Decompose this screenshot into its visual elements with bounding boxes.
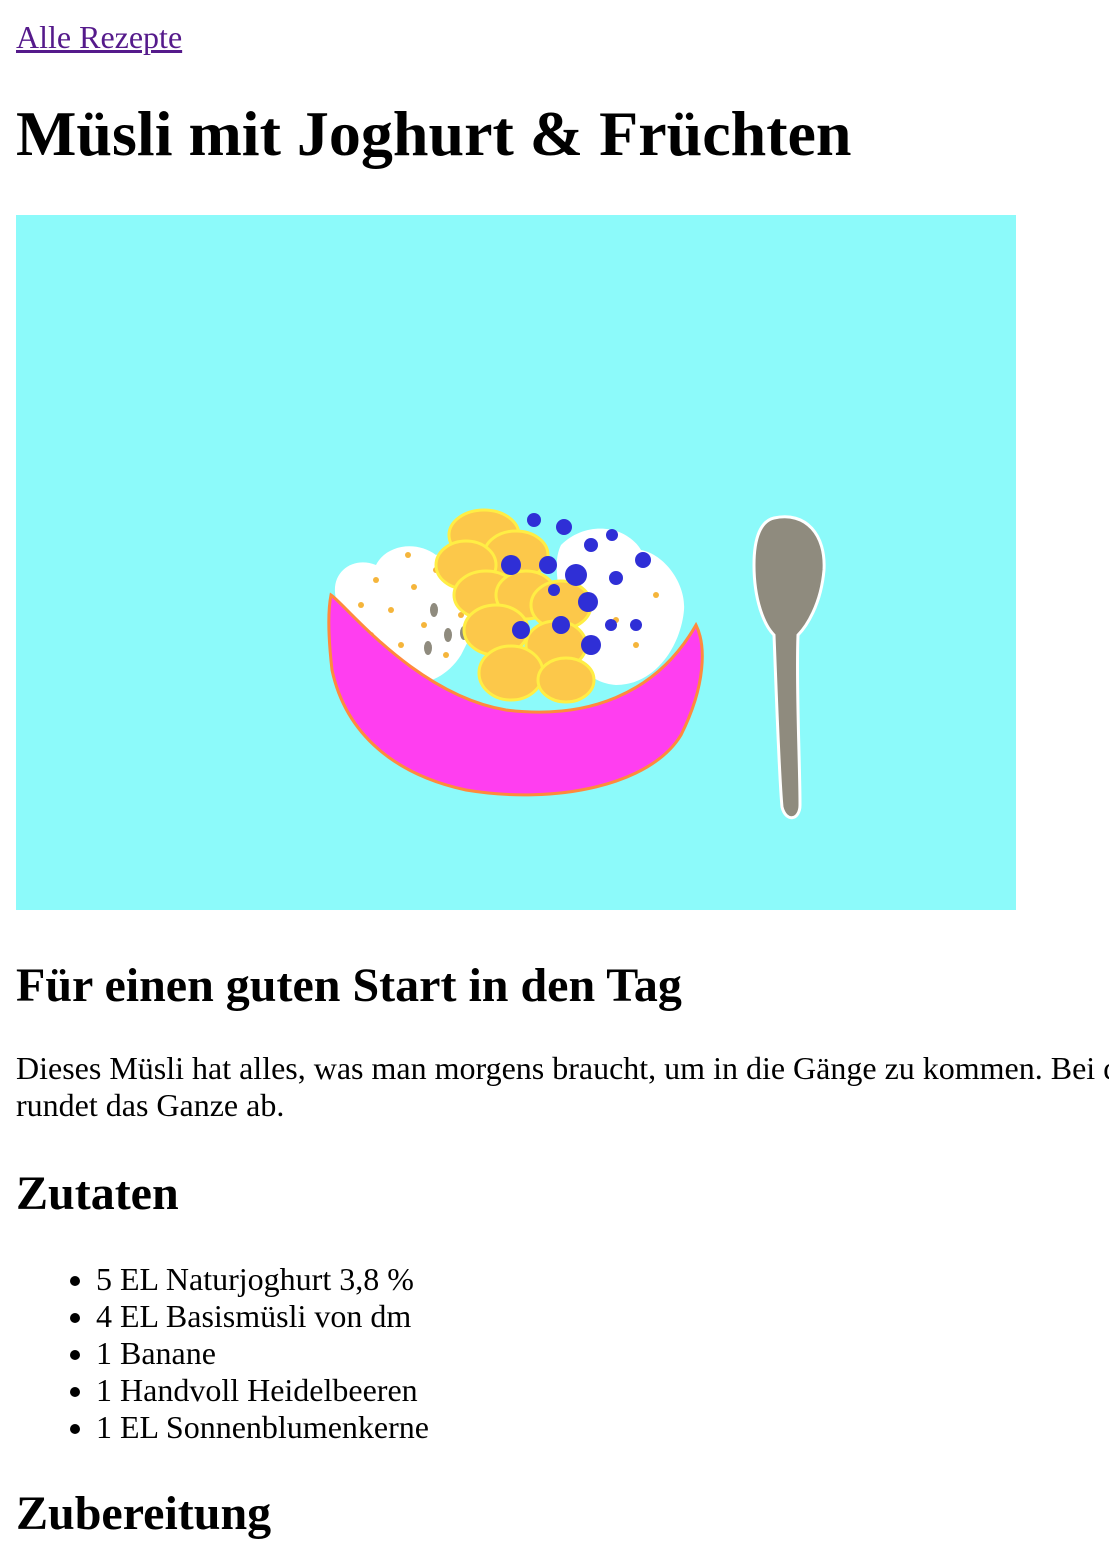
ingredients-heading: Zutaten [16,1167,179,1220]
ingredients-list: 5 EL Naturjoghurt 3,8 % 4 EL Basismüsli … [16,1261,429,1446]
ingredient-item: 4 EL Basismüsli von dm [96,1298,429,1335]
recipe-title: Müsli mit Joghurt & Früchten [16,98,852,169]
ingredient-item: 1 Banane [96,1335,429,1372]
intro-line-2: rundet das Ganze ab. [16,1087,285,1123]
recipe-illustration [16,215,1016,910]
preparation-heading: Zubereitung [16,1487,272,1540]
ingredient-item: 5 EL Naturjoghurt 3,8 % [96,1261,429,1298]
recipe-subtitle: Für einen guten Start in den Tag [16,959,682,1012]
ingredient-item: 1 EL Sonnenblumenkerne [96,1409,429,1446]
all-recipes-link[interactable]: Alle Rezepte [16,19,182,55]
ingredient-item: 1 Handvoll Heidelbeeren [96,1372,429,1409]
intro-line-1: Dieses Müsli hat alles, was man morgens … [16,1050,1109,1086]
intro-wrapper: Dieses Müsli hat alles, was man morgens … [16,1050,1109,1130]
